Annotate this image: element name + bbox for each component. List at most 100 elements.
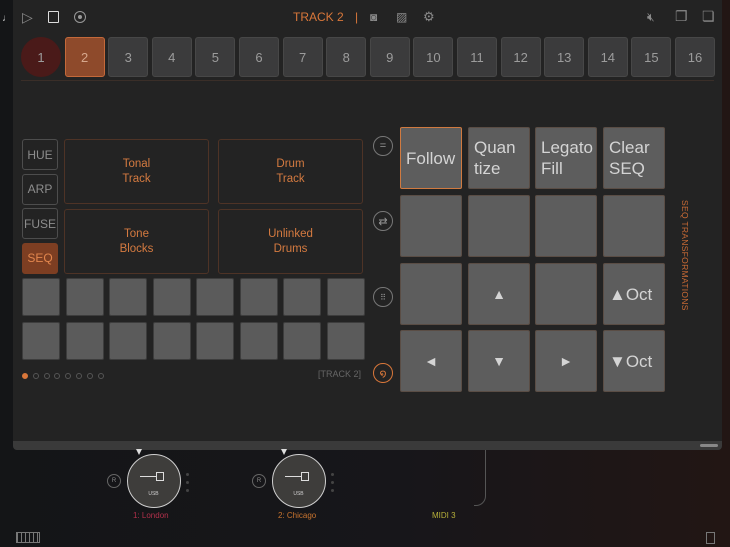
pad[interactable] xyxy=(239,322,278,360)
more-dot[interactable] xyxy=(331,489,334,492)
transform-button[interactable]: ◄ xyxy=(400,330,462,392)
pad[interactable] xyxy=(326,278,365,316)
play-icon[interactable]: ▷ xyxy=(22,10,33,24)
track-button-1[interactable]: 1 xyxy=(21,37,61,77)
page-dot[interactable] xyxy=(97,373,104,379)
repeat-icon[interactable]: ⇄ xyxy=(373,211,393,231)
track-button-6[interactable]: 6 xyxy=(239,37,279,77)
paste-icon[interactable]: ❏ xyxy=(702,9,715,23)
more-dot[interactable] xyxy=(331,481,334,484)
pad[interactable] xyxy=(196,322,234,360)
track-button-13[interactable]: 13 xyxy=(544,37,585,77)
divider xyxy=(21,80,714,81)
pad[interactable] xyxy=(65,322,104,360)
track-button-9[interactable]: 9 xyxy=(369,37,410,77)
note-icon: ♩ xyxy=(2,13,12,24)
pad[interactable] xyxy=(326,322,365,360)
equals-icon[interactable]: = xyxy=(373,136,393,156)
more-dot[interactable] xyxy=(186,481,189,484)
more-dot[interactable] xyxy=(186,473,189,476)
pad[interactable] xyxy=(65,278,104,316)
track-button-3[interactable]: 3 xyxy=(108,37,149,77)
stop-icon[interactable] xyxy=(48,11,59,23)
transform-button[interactable]: Legato Fill xyxy=(535,127,597,189)
transform-button[interactable]: ▲ xyxy=(468,263,530,325)
track-type-button[interactable]: Tonal Track xyxy=(64,139,209,204)
transform-button[interactable]: ▲Oct xyxy=(603,263,665,325)
record-icon[interactable] xyxy=(74,11,86,23)
transform-button[interactable] xyxy=(468,195,530,257)
track-type-button[interactable]: Tone Blocks xyxy=(64,209,209,274)
device-label[interactable]: 1: London xyxy=(133,511,169,520)
page-dot[interactable] xyxy=(22,373,28,379)
track-button-7[interactable]: 7 xyxy=(282,37,323,77)
track-button-15[interactable]: 15 xyxy=(631,37,672,77)
transform-button[interactable] xyxy=(603,195,665,257)
transform-button[interactable]: Quan tize xyxy=(468,127,530,189)
mode-fuse[interactable]: FUSE xyxy=(22,208,58,240)
track-type-button[interactable]: Unlinked Drums xyxy=(218,209,363,274)
page-dot[interactable] xyxy=(76,373,82,379)
record-toggle[interactable]: R xyxy=(252,474,266,488)
pad[interactable] xyxy=(109,322,147,360)
track-button-14[interactable]: 14 xyxy=(587,37,628,77)
device-knob[interactable]: USB xyxy=(272,454,326,508)
pad[interactable] xyxy=(152,278,191,316)
midi3-label[interactable]: MIDI 3 xyxy=(432,511,456,520)
transform-button[interactable]: Follow xyxy=(400,127,462,189)
track-button-10[interactable]: 10 xyxy=(413,37,454,77)
side-label: SEQ TRANSFORMATIONS xyxy=(680,200,690,311)
page-dot[interactable] xyxy=(43,373,50,379)
track-button-4[interactable]: 4 xyxy=(151,37,192,77)
track-button-16[interactable]: 16 xyxy=(675,37,715,77)
record-toggle[interactable]: R xyxy=(107,474,121,488)
gear-icon[interactable]: ⚙ xyxy=(423,10,435,24)
transform-button[interactable]: ► xyxy=(535,330,597,392)
track-button-2[interactable]: 2 xyxy=(64,37,105,77)
track-button-12[interactable]: 12 xyxy=(500,37,541,77)
pad[interactable] xyxy=(22,278,60,316)
transform-button[interactable] xyxy=(400,263,462,325)
transform-button[interactable] xyxy=(535,195,597,257)
spiral-icon[interactable]: ໑ xyxy=(373,363,393,383)
pad[interactable] xyxy=(239,278,278,316)
drawer-handle[interactable] xyxy=(700,444,718,447)
pad[interactable] xyxy=(22,322,60,360)
pad[interactable] xyxy=(152,322,191,360)
pad[interactable] xyxy=(109,278,147,316)
keyboard-icon[interactable] xyxy=(16,532,40,543)
bottom-drawer[interactable] xyxy=(13,441,722,450)
pad[interactable] xyxy=(196,278,234,316)
track-type-button[interactable]: Drum Track xyxy=(218,139,363,204)
page-dot[interactable] xyxy=(65,373,72,379)
port-label: USB xyxy=(148,491,159,497)
track-button-5[interactable]: 5 xyxy=(195,37,236,77)
pad[interactable] xyxy=(283,322,321,360)
transform-button[interactable] xyxy=(400,195,462,257)
track-button-11[interactable]: 11 xyxy=(457,37,497,77)
camera-icon[interactable]: ◙ xyxy=(370,10,377,24)
track-button-8[interactable]: 8 xyxy=(326,37,367,77)
copy-icon[interactable]: ❐ xyxy=(675,9,688,23)
page-label: [TRACK 2] xyxy=(318,369,362,379)
transform-button[interactable] xyxy=(535,263,597,325)
mute-icon[interactable]: 🔇︎ xyxy=(647,10,655,24)
grid-icon[interactable]: ⠿ xyxy=(373,287,393,307)
bookmark-icon[interactable] xyxy=(706,532,715,544)
more-dot[interactable] xyxy=(331,473,334,476)
device-label[interactable]: 2: Chicago xyxy=(278,511,316,520)
mode-hue[interactable]: HUE xyxy=(22,139,58,170)
page-dot[interactable] xyxy=(86,373,93,379)
page-dot[interactable] xyxy=(54,373,61,379)
transform-button[interactable]: Clear SEQ xyxy=(603,127,665,189)
pad[interactable] xyxy=(283,278,321,316)
device-knob[interactable]: USB xyxy=(127,454,181,508)
page-dot[interactable] xyxy=(32,373,39,379)
usb-plug-icon xyxy=(301,472,309,481)
more-dot[interactable] xyxy=(186,489,189,492)
mode-arp[interactable]: ARP xyxy=(22,173,58,205)
transform-button[interactable]: ▼ xyxy=(468,330,530,392)
mode-seq[interactable]: SEQ xyxy=(22,242,58,274)
transform-button[interactable]: ▼Oct xyxy=(603,330,665,392)
image-icon[interactable]: ▨ xyxy=(396,10,407,24)
